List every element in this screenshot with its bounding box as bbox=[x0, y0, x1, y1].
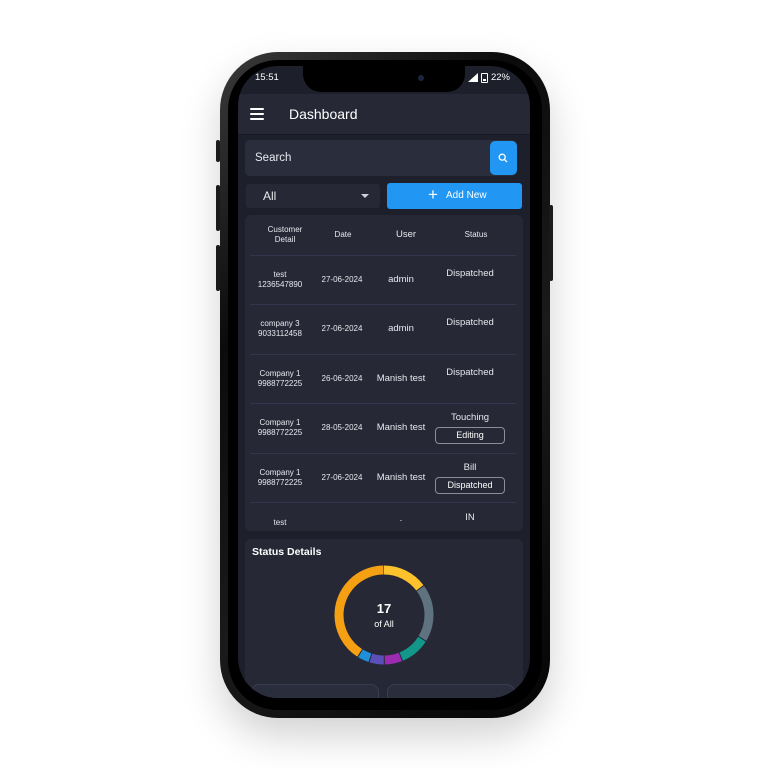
order-status: Dispatched bbox=[446, 268, 494, 279]
page-title: Dashboard bbox=[289, 106, 358, 122]
header-date: Date bbox=[334, 230, 352, 239]
order-user: Manish test bbox=[376, 422, 426, 433]
power-button bbox=[549, 205, 553, 281]
header-status: Status bbox=[464, 230, 488, 239]
battery-icon bbox=[480, 72, 488, 83]
table-row[interactable]: Company 1 9988772225 26-06-2024 Manish te… bbox=[250, 354, 516, 404]
status-indicators: 22% bbox=[467, 72, 510, 83]
order-status: Bill Dispatched bbox=[426, 462, 514, 494]
status-bar: 15:51 22% bbox=[238, 66, 530, 92]
order-date: 27-06-2024 bbox=[321, 275, 363, 284]
status-time: 15:51 bbox=[255, 72, 279, 83]
customer-detail: test bbox=[273, 518, 287, 527]
customer-detail: Company 1 9988772225 bbox=[257, 468, 303, 487]
order-user: . bbox=[399, 513, 403, 524]
order-date: 28-05-2024 bbox=[321, 423, 363, 432]
table-row[interactable]: test 1236547890 27-06-2024 admin Dispatch… bbox=[250, 255, 516, 305]
order-user: Manish test bbox=[376, 373, 426, 384]
filter-dropdown[interactable]: All bbox=[246, 184, 380, 208]
status-chip-button[interactable]: Editing bbox=[435, 427, 505, 444]
customer-detail: test 1236547890 bbox=[257, 270, 303, 289]
order-status: Dispatched bbox=[446, 367, 494, 378]
add-new-button[interactable]: + Add New bbox=[387, 183, 522, 209]
search-button[interactable] bbox=[490, 141, 517, 175]
header-user: User bbox=[395, 229, 417, 240]
order-date: 27-06-2024 bbox=[321, 324, 363, 333]
order-status: Dispatched bbox=[446, 317, 494, 328]
order-status: Touching Editing bbox=[426, 412, 514, 444]
table-row[interactable]: Company 1 9988772225 27-06-2024 Manish te… bbox=[250, 453, 516, 503]
donut-subtitle: of All bbox=[374, 619, 394, 629]
table-row[interactable]: test . IN bbox=[250, 502, 516, 531]
customer-detail: Company 1 9988772225 bbox=[257, 418, 303, 437]
header-customer-detail: Customer Detail bbox=[267, 225, 303, 244]
add-new-label: Add New bbox=[446, 190, 487, 201]
search-input[interactable] bbox=[255, 149, 475, 167]
table-row[interactable]: company 3 9033112458 27-06-2024 admin Dis… bbox=[250, 304, 516, 354]
signal-icon bbox=[467, 73, 478, 82]
order-user: Manish test bbox=[376, 472, 426, 483]
customer-detail: company 3 9033112458 bbox=[258, 319, 302, 338]
order-date: 26-06-2024 bbox=[321, 374, 363, 383]
phone-screen: 15:51 22% Dashboard All + Add New Custom… bbox=[238, 66, 530, 698]
order-date: 27-06-2024 bbox=[321, 473, 363, 482]
search-icon bbox=[498, 153, 508, 163]
filter-selected-value: All bbox=[263, 189, 277, 203]
volume-up-button bbox=[216, 185, 220, 231]
battery-percent: 22% bbox=[490, 72, 510, 83]
app-bar: Dashboard bbox=[238, 94, 530, 135]
status-chip-button[interactable]: Dispatched bbox=[435, 477, 505, 494]
mute-switch bbox=[216, 140, 220, 162]
caret-down-icon bbox=[361, 194, 369, 198]
donut-count: 17 bbox=[376, 601, 392, 616]
hamburger-menu-icon[interactable] bbox=[250, 108, 264, 120]
volume-down-button bbox=[216, 245, 220, 291]
status-details-card: Status Details 17 of All bbox=[245, 539, 523, 698]
search-box bbox=[245, 140, 517, 176]
plus-icon: + bbox=[428, 185, 438, 204]
order-user: admin bbox=[388, 274, 414, 285]
order-user: admin bbox=[388, 323, 414, 334]
customer-detail: Company 1 9988772225 bbox=[257, 369, 303, 388]
status-summary-card-left[interactable] bbox=[251, 684, 379, 698]
orders-table: Customer Detail Date User Status test 123… bbox=[245, 215, 523, 531]
table-row[interactable]: Company 1 9988772225 28-05-2024 Manish te… bbox=[250, 403, 516, 453]
status-summary-card-right[interactable] bbox=[387, 684, 515, 698]
order-status: IN bbox=[465, 512, 475, 523]
